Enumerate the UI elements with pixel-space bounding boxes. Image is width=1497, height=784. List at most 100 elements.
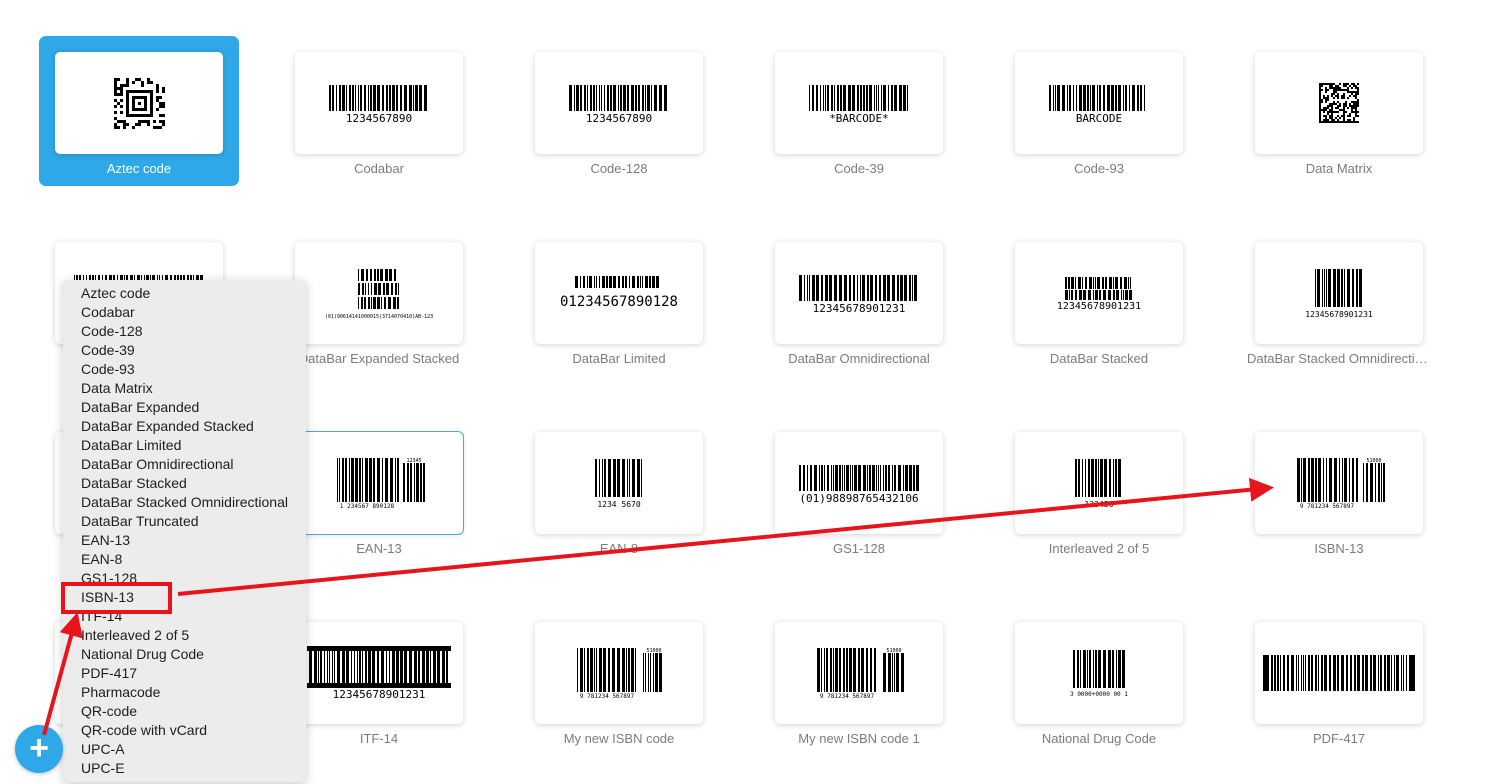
- barcode-preview-card: [55, 52, 223, 154]
- menu-item[interactable]: DataBar Omnidirectional: [63, 455, 306, 474]
- barcode-tile-label: DataBar Limited: [572, 351, 666, 366]
- barcode-preview-card: 3 0000+0000 00 1: [1015, 622, 1183, 724]
- barcode-tile[interactable]: 12345678901231 DataBar Stacked Omnidirect…: [1239, 226, 1439, 376]
- menu-item[interactable]: Code-93: [63, 360, 306, 379]
- barcode-tile[interactable]: 1234 5670 EAN-8: [519, 416, 719, 566]
- menu-item[interactable]: QR-code with vCard: [63, 721, 306, 740]
- menu-item[interactable]: DataBar Stacked Omnidirectional: [63, 493, 306, 512]
- barcode-tile-label: DataBar Stacked: [1049, 351, 1149, 366]
- add-barcode-button[interactable]: +: [15, 725, 63, 773]
- barcode-tile-label: My new ISBN code 1: [798, 731, 920, 746]
- barcode-preview-card: (01)90614141000015(3714070410)AB-123: [295, 242, 463, 344]
- barcode-tile-label: ITF-14: [359, 731, 399, 746]
- barcode-caption: 9 781234 567897: [820, 693, 875, 700]
- barcode-preview-card: 1234 5670: [535, 432, 703, 534]
- menu-item[interactable]: Code-39: [63, 341, 306, 360]
- barcode-preview-card: 12345678901231: [1255, 242, 1423, 344]
- barcode-tile[interactable]: 1234567890 Codabar: [279, 36, 479, 186]
- barcode-tile-label: EAN-13: [356, 541, 402, 556]
- barcode-tile[interactable]: BARCODE Code-93: [999, 36, 1199, 186]
- barcode-caption: 51000: [1366, 458, 1381, 464]
- menu-item[interactable]: EAN-13: [63, 531, 306, 550]
- barcode-image: (01)90614141000015(3714070410)AB-123: [325, 269, 433, 320]
- barcode-caption: (01)90614141000015(3714070410)AB-123: [325, 314, 433, 320]
- menu-item[interactable]: QR-code: [63, 702, 306, 721]
- barcode-caption: 1234567890: [346, 112, 412, 125]
- barcode-caption: 1 234567 890128: [340, 503, 395, 510]
- menu-item[interactable]: Data Matrix: [63, 379, 306, 398]
- barcode-preview-card: 1234567890: [295, 52, 463, 154]
- barcode-preview-card: 12345678901231: [1015, 242, 1183, 344]
- menu-item[interactable]: Pharmacode: [63, 683, 306, 702]
- barcode-preview-card: *BARCODE*: [775, 52, 943, 154]
- barcode-image: 9 781234 567897 51000: [817, 648, 904, 700]
- menu-item[interactable]: DataBar Expanded: [63, 398, 306, 417]
- barcode-tile[interactable]: 9 781234 567897 51000 My new ISBN code: [519, 606, 719, 756]
- barcode-tile[interactable]: 01234567890128 DataBar Limited: [519, 226, 719, 376]
- barcode-image: 12345678901231: [1057, 277, 1141, 312]
- menu-item[interactable]: EAN-8: [63, 550, 306, 569]
- menu-item[interactable]: National Drug Code: [63, 645, 306, 664]
- barcode-caption: 12345678901231: [813, 302, 906, 315]
- barcode-tile[interactable]: 12345678901231 DataBar Stacked: [999, 226, 1199, 376]
- barcode-caption: 01234567890128: [560, 294, 678, 310]
- barcode-tile-label: Data Matrix: [1305, 161, 1373, 176]
- barcode-tile-label: DataBar Omnidirectional: [788, 351, 930, 366]
- barcode-image: 01234567890128: [560, 276, 678, 310]
- menu-item[interactable]: DataBar Truncated: [63, 512, 306, 531]
- barcode-image: 3 0000+0000 00 1: [1070, 650, 1128, 698]
- menu-item[interactable]: Aztec code: [63, 284, 306, 303]
- barcode-caption: 12345678901231: [1057, 301, 1141, 312]
- barcode-caption: 9 781234 567897: [580, 693, 635, 700]
- barcode-tile[interactable]: 1234567890 Code-128: [519, 36, 719, 186]
- barcode-caption: BARCODE: [1076, 112, 1122, 125]
- barcode-image: *BARCODE*: [809, 85, 908, 125]
- menu-item[interactable]: UPC-E: [63, 759, 306, 778]
- barcode-preview-card: BARCODE: [1015, 52, 1183, 154]
- menu-item[interactable]: Codabar: [63, 303, 306, 322]
- barcode-caption: 123456: [1085, 500, 1114, 509]
- menu-item[interactable]: DataBar Stacked: [63, 474, 306, 493]
- barcode-caption: 12345678901231: [1305, 310, 1373, 319]
- barcode-tile[interactable]: Aztec code: [39, 36, 239, 186]
- barcode-tile[interactable]: 3 0000+0000 00 1 National Drug Code: [999, 606, 1199, 756]
- barcode-preview-card: (01)98898765432106: [775, 432, 943, 534]
- barcode-preview-card: 9 781234 567897 51000: [535, 622, 703, 724]
- barcode-tile-label: National Drug Code: [1041, 731, 1157, 746]
- menu-item[interactable]: UPC-A: [63, 740, 306, 759]
- menu-item[interactable]: ITF-14: [63, 607, 306, 626]
- barcode-tile[interactable]: 9 781234 567897 51000 My new ISBN code 1: [759, 606, 959, 756]
- menu-item[interactable]: Code-128: [63, 322, 306, 341]
- menu-item[interactable]: DataBar Limited: [63, 436, 306, 455]
- barcode-image: 12345678901231: [799, 275, 917, 315]
- barcode-tile[interactable]: 9 781234 567897 51000 ISBN-13: [1239, 416, 1439, 566]
- barcode-tile[interactable]: (01)98898765432106 GS1-128: [759, 416, 959, 566]
- barcode-type-menu: Aztec code Codabar Code-128 Code-39 Code-93 D…: [63, 280, 306, 782]
- menu-item[interactable]: PDF-417: [63, 664, 306, 683]
- barcode-tile[interactable]: PDF-417: [1239, 606, 1439, 756]
- plus-icon: +: [29, 728, 49, 767]
- menu-item[interactable]: ISBN-13: [63, 588, 306, 607]
- barcode-tile[interactable]: Data Matrix: [1239, 36, 1439, 186]
- barcode-image: [1263, 655, 1415, 691]
- barcode-image: 1234 5670: [595, 459, 642, 509]
- barcode-tile[interactable]: (01)90614141000015(3714070410)AB-123 Data…: [279, 226, 479, 376]
- barcode-tile-label: Codabar: [354, 161, 404, 176]
- menu-item[interactable]: DataBar Expanded Stacked: [63, 417, 306, 436]
- barcode-tile[interactable]: 12345678901231 ITF-14: [279, 606, 479, 756]
- barcode-image: 1234567890: [569, 85, 667, 125]
- barcode-tile-label: GS1-128: [832, 541, 886, 556]
- barcode-caption: 12345678901231: [333, 688, 426, 701]
- barcode-image: 1234567890: [329, 85, 427, 125]
- menu-item[interactable]: GS1-128: [63, 569, 306, 588]
- barcode-tile-label: PDF-417: [1312, 731, 1366, 746]
- barcode-tile[interactable]: 12345678901231 DataBar Omnidirectional: [759, 226, 959, 376]
- barcode-tile-label: My new ISBN code: [563, 731, 675, 746]
- menu-item[interactable]: Interleaved 2 of 5: [63, 626, 306, 645]
- barcode-caption: 51000: [886, 648, 901, 654]
- barcode-tile[interactable]: *BARCODE* Code-39: [759, 36, 959, 186]
- barcode-tile[interactable]: 1 234567 890128 12345 EAN-13: [279, 416, 479, 566]
- barcode-image: BARCODE: [1049, 85, 1145, 125]
- barcode-tile[interactable]: 123456 Interleaved 2 of 5: [999, 416, 1199, 566]
- barcode-caption: 1234567890: [586, 112, 652, 125]
